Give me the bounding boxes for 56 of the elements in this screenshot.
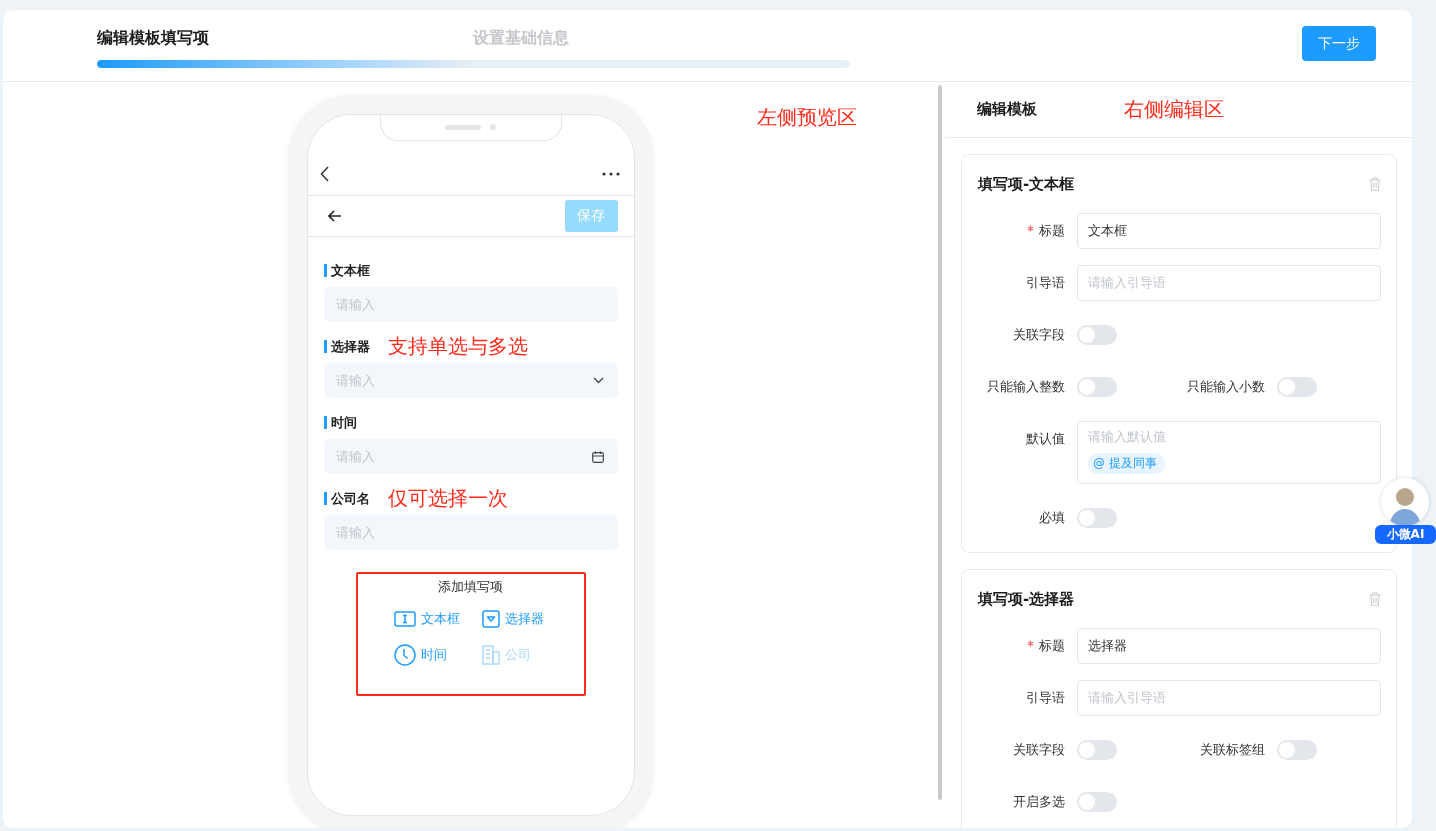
trash-icon[interactable] <box>1369 177 1381 191</box>
field-label: 默认值 <box>1025 430 1065 448</box>
field-label: 标题 <box>1039 222 1065 240</box>
trash-icon[interactable] <box>1369 592 1381 606</box>
add-item-button[interactable]: 选择器 <box>481 608 562 630</box>
switch-label: 只能输入整数 <box>986 378 1065 396</box>
textarea-field[interactable]: 请输入默认值 @ 提及同事 <box>1077 421 1381 484</box>
chevron-down-icon <box>592 377 604 384</box>
step-tab[interactable]: 设置基础信息 <box>473 27 569 49</box>
toggle-switch[interactable] <box>1277 377 1317 397</box>
clock-icon <box>393 644 416 666</box>
field-label: 引导语 <box>1026 274 1065 292</box>
building-icon <box>481 645 500 665</box>
toggle-switch[interactable] <box>1277 740 1317 760</box>
switch-label: 必填 <box>1038 509 1065 527</box>
annotation-text: 左侧预览区 <box>757 104 857 131</box>
step-tab[interactable]: 编辑模板填写项 <box>97 27 209 49</box>
input-field[interactable]: 请输入引导语 <box>1077 680 1381 716</box>
annotation-text: 支持单选与多选 <box>387 337 528 355</box>
toggle-switch[interactable] <box>1077 377 1117 397</box>
input-field[interactable]: 文本框 <box>1077 213 1381 249</box>
add-item-button[interactable]: 时间 <box>393 644 482 666</box>
assistant-button[interactable]: 小微AI <box>1375 525 1436 544</box>
field-label: 文本框 <box>323 263 370 277</box>
calendar-icon <box>591 450 604 463</box>
next-step-button[interactable]: 下一步 <box>1302 26 1376 61</box>
scrollbar[interactable] <box>938 85 942 800</box>
more-icon <box>601 172 620 176</box>
text-box-icon <box>393 611 416 627</box>
input-field[interactable]: 选择器 <box>1077 628 1381 664</box>
annotation-text: 仅可选择一次 <box>387 489 508 507</box>
field-label: 公司名 <box>323 491 370 505</box>
panel-title: 编辑模板 <box>977 100 1038 119</box>
toggle-switch[interactable] <box>1077 508 1117 528</box>
field-label: 标题 <box>1039 637 1065 655</box>
card-title: 填写项-选择器 <box>978 589 1075 609</box>
card-title: 填写项-文本框 <box>978 174 1075 194</box>
switch-label: 关联字段 <box>1012 741 1065 759</box>
switch-label: 关联标签组 <box>1199 741 1265 759</box>
switch-label: 只能输入小数 <box>1186 378 1265 396</box>
mention-chip[interactable]: @ 提及同事 <box>1088 453 1165 474</box>
field-label: 引导语 <box>1026 689 1065 707</box>
field-label: 时间 <box>323 415 357 429</box>
input-field[interactable]: 请输入引导语 <box>1077 265 1381 301</box>
back-chevron-icon <box>319 166 330 182</box>
back-arrow-icon <box>327 210 342 222</box>
toggle-switch[interactable] <box>1077 792 1117 812</box>
toggle-switch[interactable] <box>1077 740 1117 760</box>
switch-label: 关联字段 <box>1012 326 1065 344</box>
toggle-switch[interactable] <box>1077 325 1117 345</box>
field-label: 选择器 <box>323 339 370 353</box>
dropdown-icon <box>481 610 500 628</box>
annotation-text: 右侧编辑区 <box>1124 96 1224 123</box>
switch-label: 开启多选 <box>1012 793 1065 811</box>
add-panel-title: 添加填写项 <box>437 578 504 596</box>
add-item-button[interactable]: 文本框 <box>393 608 482 630</box>
